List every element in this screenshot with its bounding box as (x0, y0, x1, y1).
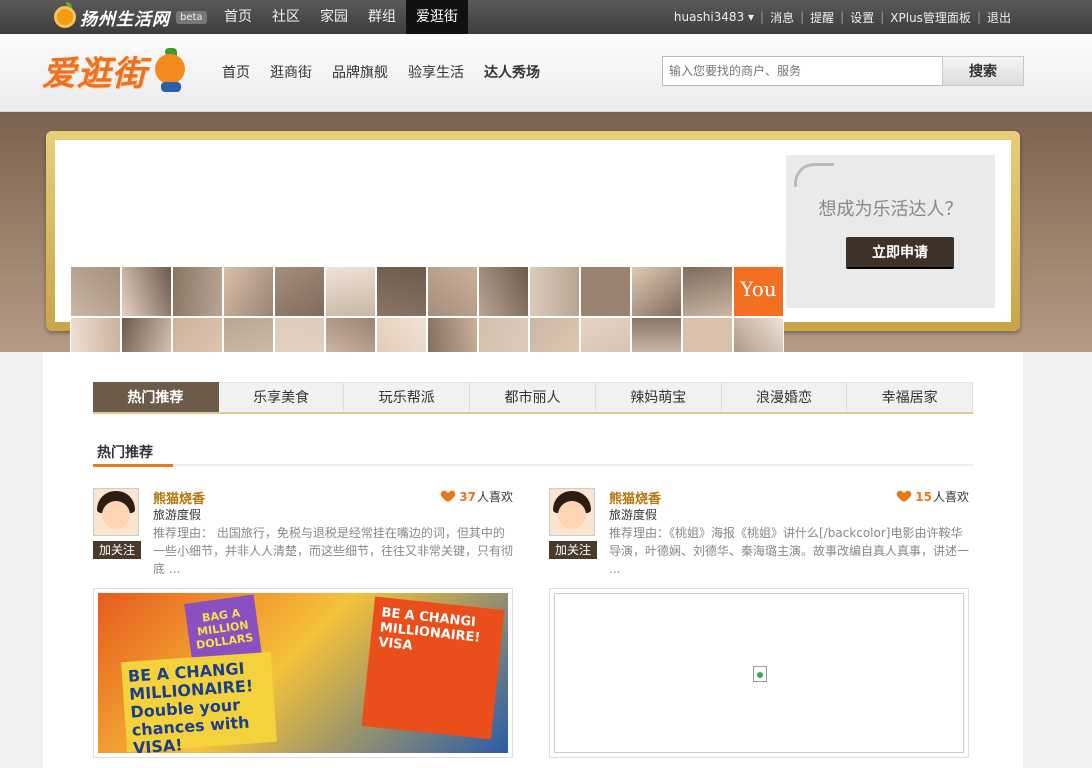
main-nav: 首页 逛商街 品牌旗舰 验享生活 达人秀场 (222, 62, 560, 82)
expert-avatar-tile[interactable] (631, 266, 682, 317)
you-tile[interactable]: You (733, 266, 784, 317)
search-button[interactable]: 搜索 (942, 56, 1024, 86)
likes-number: 37 (459, 489, 476, 504)
heart-icon (898, 491, 910, 502)
settings-link[interactable]: 设置 (850, 9, 874, 26)
broken-image-icon (753, 666, 767, 682)
search-input[interactable] (662, 56, 942, 86)
recommend-card: 加关注 熊猫烧香 旅游度假 推荐理由： 出国旅行，免税与退税是经常挂在嘴边的词，… (93, 488, 513, 760)
become-expert-panel: 想成为乐活达人？ 立即申请 (786, 155, 995, 308)
changi-sign-2-text: BE A CHANGI MILLIONAIRE! VISA (361, 596, 505, 740)
likes-label: 人喜欢 (932, 490, 969, 504)
main-content: 热门推荐 乐享美食 玩乐帮派 都市丽人 辣妈萌宝 浪漫婚恋 幸福居家 热门推荐 … (43, 352, 1023, 768)
expert-avatar-tile[interactable] (325, 266, 376, 317)
topnav-groups[interactable]: 群组 (358, 0, 406, 34)
admin-panel-link[interactable]: XPlus管理面板 (890, 9, 971, 26)
card-image[interactable] (549, 588, 969, 758)
image-placeholder (554, 593, 964, 753)
tab-food[interactable]: 乐享美食 (218, 382, 345, 412)
tab-beauty[interactable]: 都市丽人 (470, 382, 596, 412)
topnav-community[interactable]: 社区 (262, 0, 310, 34)
likes-count[interactable]: 37 人喜欢 (442, 488, 513, 505)
username-menu[interactable]: huashi3483 ▾ (674, 10, 754, 24)
likes-number: 15 (915, 489, 932, 504)
become-expert-question: 想成为乐活达人？ (818, 199, 963, 220)
orange-logo-icon (54, 2, 76, 28)
mainnav-shopping-street[interactable]: 逛商街 (270, 62, 312, 82)
author-name[interactable]: 熊猫烧香 (609, 488, 661, 507)
apply-now-button[interactable]: 立即申请 (846, 237, 954, 269)
expert-avatar-tile[interactable] (427, 266, 478, 317)
expert-avatar-tile[interactable] (70, 266, 121, 317)
top-nav: 首页 社区 家园 群组 爱逛街 (214, 0, 468, 34)
beta-badge: beta (176, 10, 207, 24)
tab-baby[interactable]: 辣妈萌宝 (595, 382, 722, 412)
expert-avatar-tile[interactable] (580, 266, 631, 317)
logout-link[interactable]: 退出 (987, 9, 1011, 26)
section-divider (93, 464, 973, 467)
follow-button[interactable]: 加关注 (549, 541, 597, 559)
expert-avatar-tile[interactable] (223, 266, 274, 317)
expert-avatar-tile[interactable] (682, 266, 733, 317)
expert-avatar-tile[interactable] (121, 266, 172, 317)
recommend-card: 加关注 熊猫烧香 旅游度假 推荐理由：《桃姐》海报《桃姐》讲什么[/backco… (549, 488, 969, 760)
search-box: 搜索 (662, 56, 1024, 86)
card-category[interactable]: 旅游度假 (609, 506, 657, 523)
expert-banner: You 想成为乐活达人？ 立即申请 (0, 112, 1092, 419)
expert-avatar-tile[interactable] (274, 266, 325, 317)
avatar[interactable] (93, 488, 139, 536)
topnav-home-garden[interactable]: 家园 (310, 0, 358, 34)
mainnav-flagship[interactable]: 品牌旗舰 (332, 62, 388, 82)
mainnav-lifestyle[interactable]: 验享生活 (408, 62, 464, 82)
user-bar: huashi3483 ▾ | 消息 | 提醒 | 设置 | XPlus管理面板 … (673, 9, 1011, 26)
likes-label: 人喜欢 (476, 490, 513, 504)
top-bar: 扬州生活网 beta 首页 社区 家园 群组 爱逛街 huashi3483 ▾ … (0, 0, 1092, 34)
tab-hot[interactable]: 热门推荐 (93, 382, 219, 412)
messages-link[interactable]: 消息 (770, 9, 794, 26)
brand-name: 爱逛街 (42, 54, 147, 94)
heart-icon (442, 491, 454, 502)
avatar[interactable] (549, 488, 595, 536)
card-image[interactable]: BAG A MILLION DOLLARS BE A CHANGI MILLIO… (93, 588, 513, 758)
tab-fun[interactable]: 玩乐帮派 (344, 382, 471, 412)
section-title: 热门推荐 (97, 445, 153, 461)
changi-sign-text: BE A CHANGI MILLIONAIRE! Double your cha… (121, 651, 277, 753)
site-name: 扬州生活网 (80, 9, 170, 30)
likes-count[interactable]: 15 人喜欢 (898, 488, 969, 505)
curved-arrow-icon (794, 163, 834, 187)
topnav-shopping[interactable]: 爱逛街 (406, 0, 468, 34)
notifications-link[interactable]: 提醒 (810, 9, 834, 26)
changi-promo-photo: BAG A MILLION DOLLARS BE A CHANGI MILLIO… (98, 593, 508, 753)
expert-avatar-tile[interactable] (478, 266, 529, 317)
brand-logo[interactable]: 爱逛街 (42, 46, 191, 95)
recommend-reason: 推荐理由：《桃姐》海报《桃姐》讲什么[/backcolor]电影由许鞍华导演，叶… (609, 526, 969, 576)
card-category[interactable]: 旅游度假 (153, 506, 201, 523)
category-tabs: 热门推荐 乐享美食 玩乐帮派 都市丽人 辣妈萌宝 浪漫婚恋 幸福居家 (93, 382, 974, 414)
tab-wedding[interactable]: 浪漫婚恋 (721, 382, 848, 412)
orange-mascot-icon (151, 47, 191, 94)
expert-avatar-tile[interactable] (376, 266, 427, 317)
follow-button[interactable]: 加关注 (93, 541, 141, 559)
expert-avatar-tile[interactable] (172, 266, 223, 317)
author-name[interactable]: 熊猫烧香 (153, 488, 205, 507)
mainnav-home[interactable]: 首页 (222, 62, 250, 82)
expert-avatar-tile[interactable] (529, 266, 580, 317)
site-header: 爱逛街 首页 逛商街 品牌旗舰 验享生活 达人秀场 搜索 (0, 34, 1092, 112)
topnav-home[interactable]: 首页 (214, 0, 262, 34)
site-logo[interactable]: 扬州生活网 beta (54, 2, 207, 31)
mainnav-experts[interactable]: 达人秀场 (484, 62, 540, 82)
recommend-reason: 推荐理由： 出国旅行，免税与退税是经常挂在嘴边的词，但其中的一些小细节，并非人人… (153, 526, 513, 576)
tab-home[interactable]: 幸福居家 (847, 382, 974, 412)
